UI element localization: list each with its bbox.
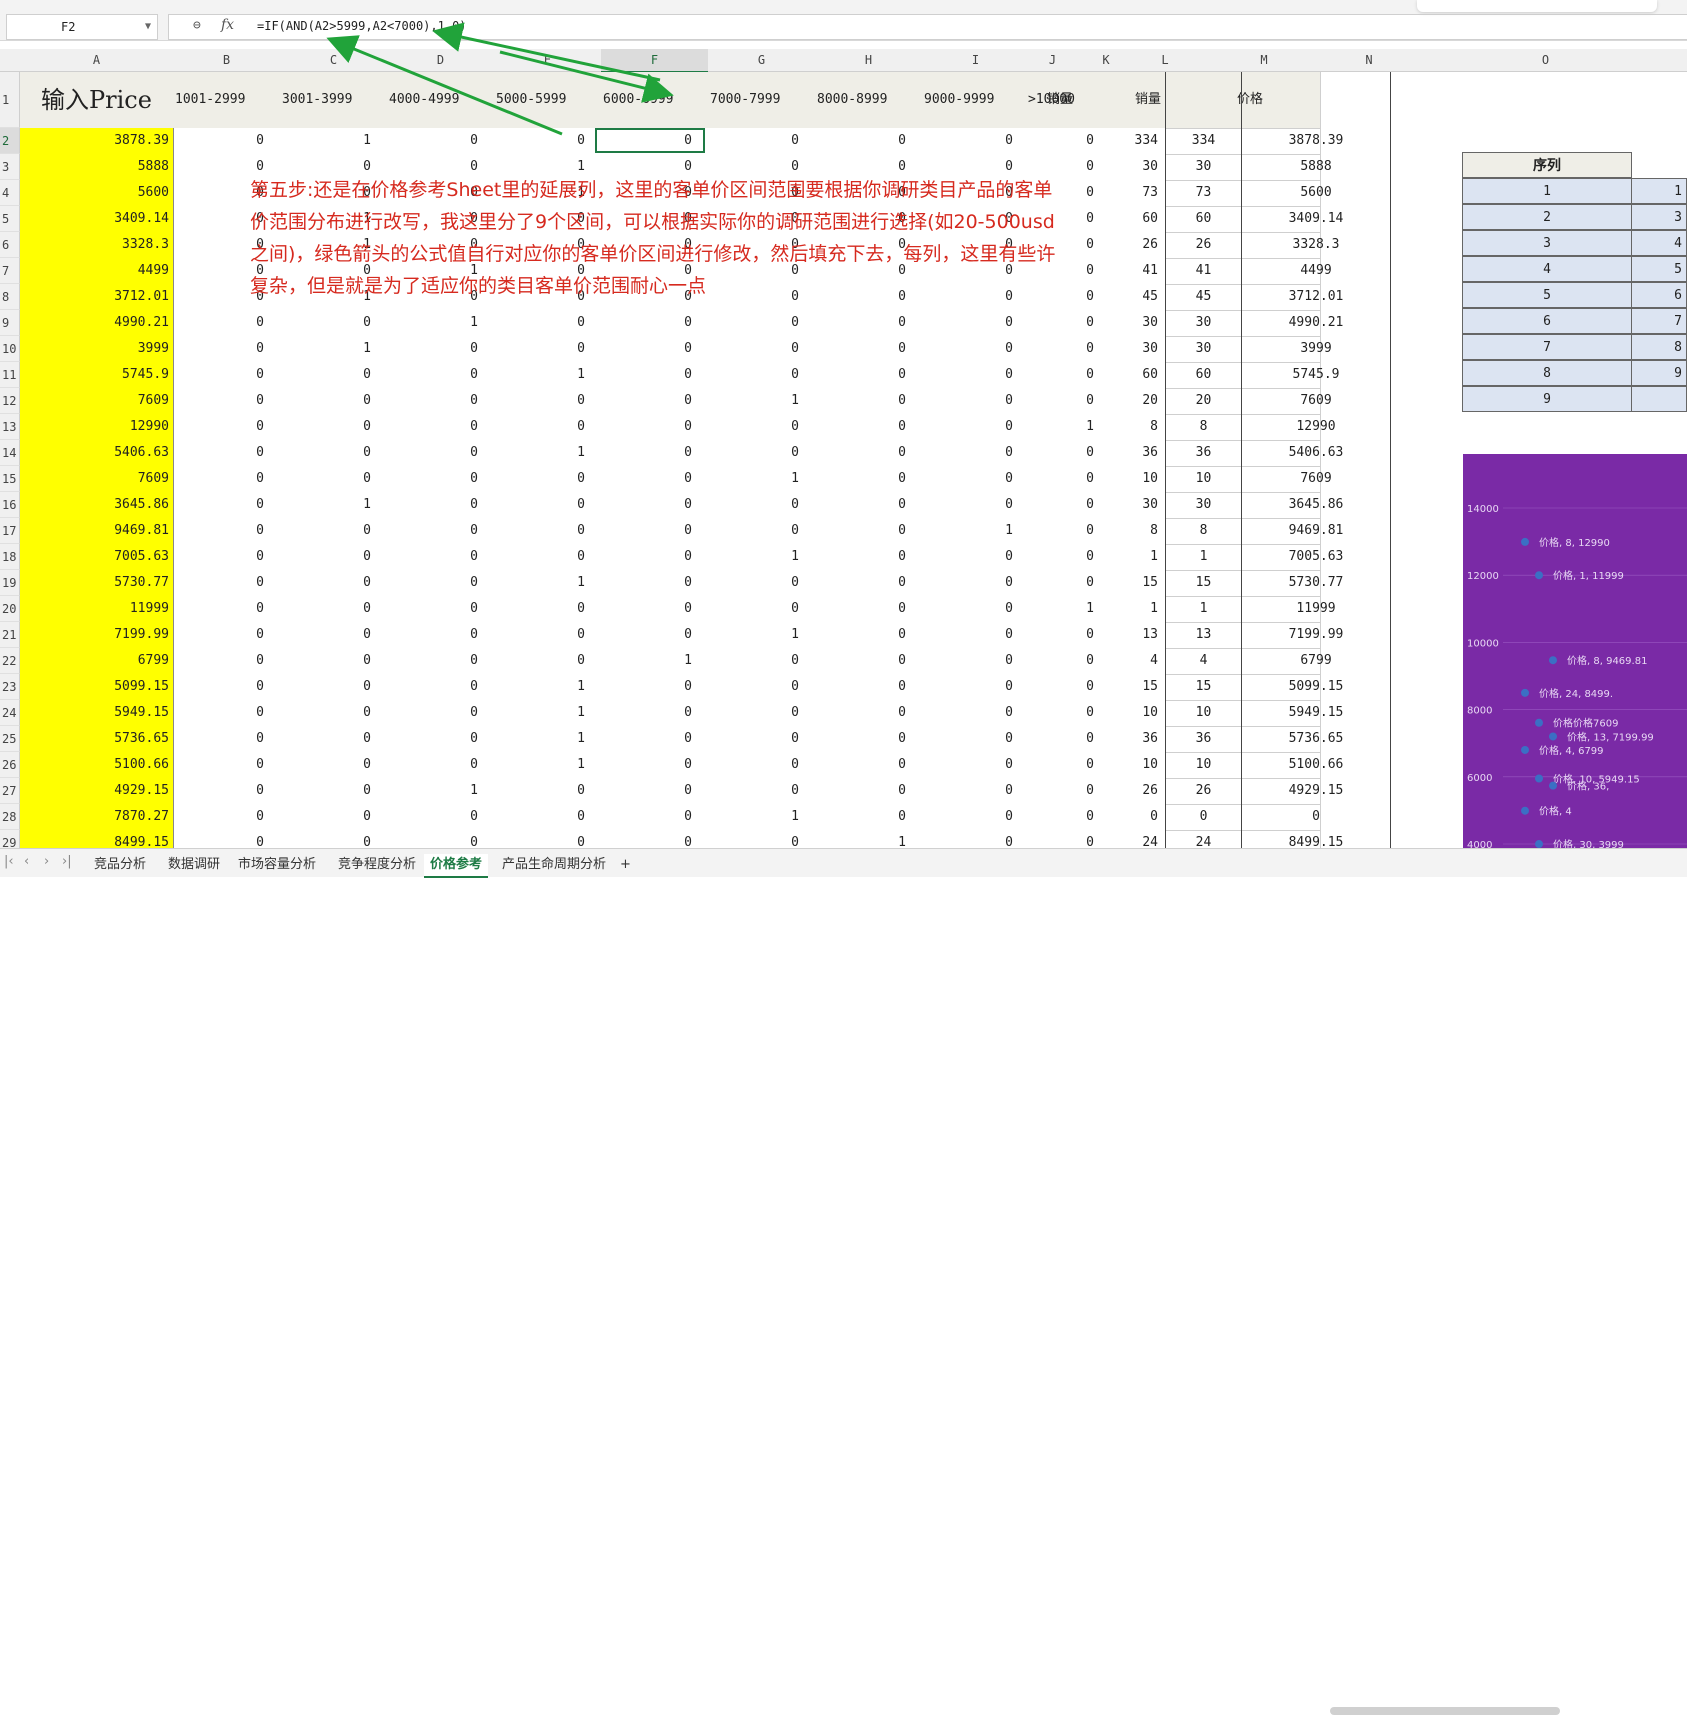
prev-sheet-icon[interactable]: ‹ (24, 854, 29, 869)
seq-cell[interactable]: 4 (1462, 256, 1632, 282)
seq-table-header[interactable]: 序列 (1462, 152, 1632, 178)
green-arrow-2 (432, 22, 661, 82)
data-label: 价格, 4 (1539, 805, 1572, 818)
seq-value-cell[interactable]: 3 (1631, 204, 1687, 230)
scatter-point[interactable] (1535, 774, 1543, 783)
scatter-point[interactable] (1549, 781, 1557, 790)
seq-cell[interactable]: 5 (1462, 282, 1632, 308)
data-label: 价格, 1, 11999 (1553, 569, 1624, 582)
sheet-tab[interactable]: 竞品分析 (88, 854, 152, 876)
data-label: 价格, 36, (1567, 780, 1609, 793)
seq-value-cell[interactable] (1631, 386, 1687, 412)
scatter-point[interactable] (1521, 806, 1529, 815)
step-annotation: 第五步:还是在价格参考Sheet里的延展列，这里的客单价区间范围要根据你调研类目… (250, 179, 1056, 297)
seq-value-cell[interactable]: 1 (1631, 178, 1687, 204)
y-tick-label: 8000 (1467, 706, 1492, 717)
scatter-point[interactable] (1535, 718, 1543, 727)
add-sheet-button[interactable]: + (614, 854, 637, 876)
seq-value-cell[interactable]: 9 (1631, 360, 1687, 386)
horizontal-scrollbar[interactable] (1330, 1707, 1560, 1715)
data-label: 价格价格7609 (1553, 717, 1618, 730)
scatter-point[interactable] (1535, 571, 1543, 580)
y-tick-label: 12000 (1467, 571, 1499, 582)
y-tick-label: 10000 (1467, 638, 1499, 649)
data-label: 价格, 4, 6799 (1539, 744, 1604, 757)
sheet-tab[interactable]: 数据调研 (162, 854, 226, 876)
data-label: 价格, 24, 8499. (1539, 687, 1613, 700)
scatter-point[interactable] (1535, 840, 1543, 849)
data-label: 价格, 13, 7199.99 (1567, 730, 1654, 743)
y-tick-label: 6000 (1467, 773, 1492, 784)
seq-value-cell[interactable]: 8 (1631, 334, 1687, 360)
scatter-point[interactable] (1521, 537, 1529, 546)
green-arrow-1 (326, 35, 563, 136)
sheet-tab[interactable]: 产品生命周期分析 (496, 854, 612, 876)
seq-cell[interactable]: 2 (1462, 204, 1632, 230)
scatter-point[interactable] (1521, 745, 1529, 754)
annotation-arrows (326, 22, 674, 136)
sheet-tab-bar: |‹ ‹ › ›| 竞品分析 数据调研 市场容量分析 竞争程度分析 价格参考 产品生命周期… (0, 848, 1687, 1715)
y-tick-label: 14000 (1467, 504, 1499, 515)
scatter-point[interactable] (1521, 688, 1529, 697)
scatter-chart-svg: 140001200010000800060004000价格, 8, 12990价… (1467, 504, 1687, 851)
seq-value-cell[interactable]: 4 (1631, 230, 1687, 256)
sheet-tab[interactable]: 市场容量分析 (232, 854, 322, 876)
next-sheet-icon[interactable]: › (44, 854, 49, 869)
seq-cell[interactable]: 1 (1462, 178, 1632, 204)
sheet-tab[interactable]: 竞争程度分析 (332, 854, 422, 876)
sheet-tab[interactable]: 价格参考 (424, 854, 489, 878)
seq-value-cell[interactable]: 5 (1631, 256, 1687, 282)
scatter-point[interactable] (1549, 732, 1557, 741)
scatter-chart[interactable]: 14000 12000 10000 8000 6000 4000 价格, 8, 12990 价… (1463, 454, 1687, 854)
scatter-point[interactable] (1549, 656, 1557, 665)
seq-cell[interactable]: 3 (1462, 230, 1632, 256)
seq-value-cell[interactable]: 6 (1631, 282, 1687, 308)
data-label: 价格, 8, 9469.81 (1567, 654, 1647, 667)
green-arrow-3 (499, 50, 674, 103)
first-sheet-icon[interactable]: |‹ (4, 854, 14, 869)
seq-cell[interactable]: 8 (1462, 360, 1632, 386)
last-sheet-icon[interactable]: ›| (62, 854, 72, 869)
seq-cell[interactable]: 6 (1462, 308, 1632, 334)
seq-cell[interactable]: 7 (1462, 334, 1632, 360)
seq-cell[interactable]: 9 (1462, 386, 1632, 412)
data-label: 价格, 8, 12990 (1539, 536, 1610, 549)
seq-value-cell[interactable]: 7 (1631, 308, 1687, 334)
